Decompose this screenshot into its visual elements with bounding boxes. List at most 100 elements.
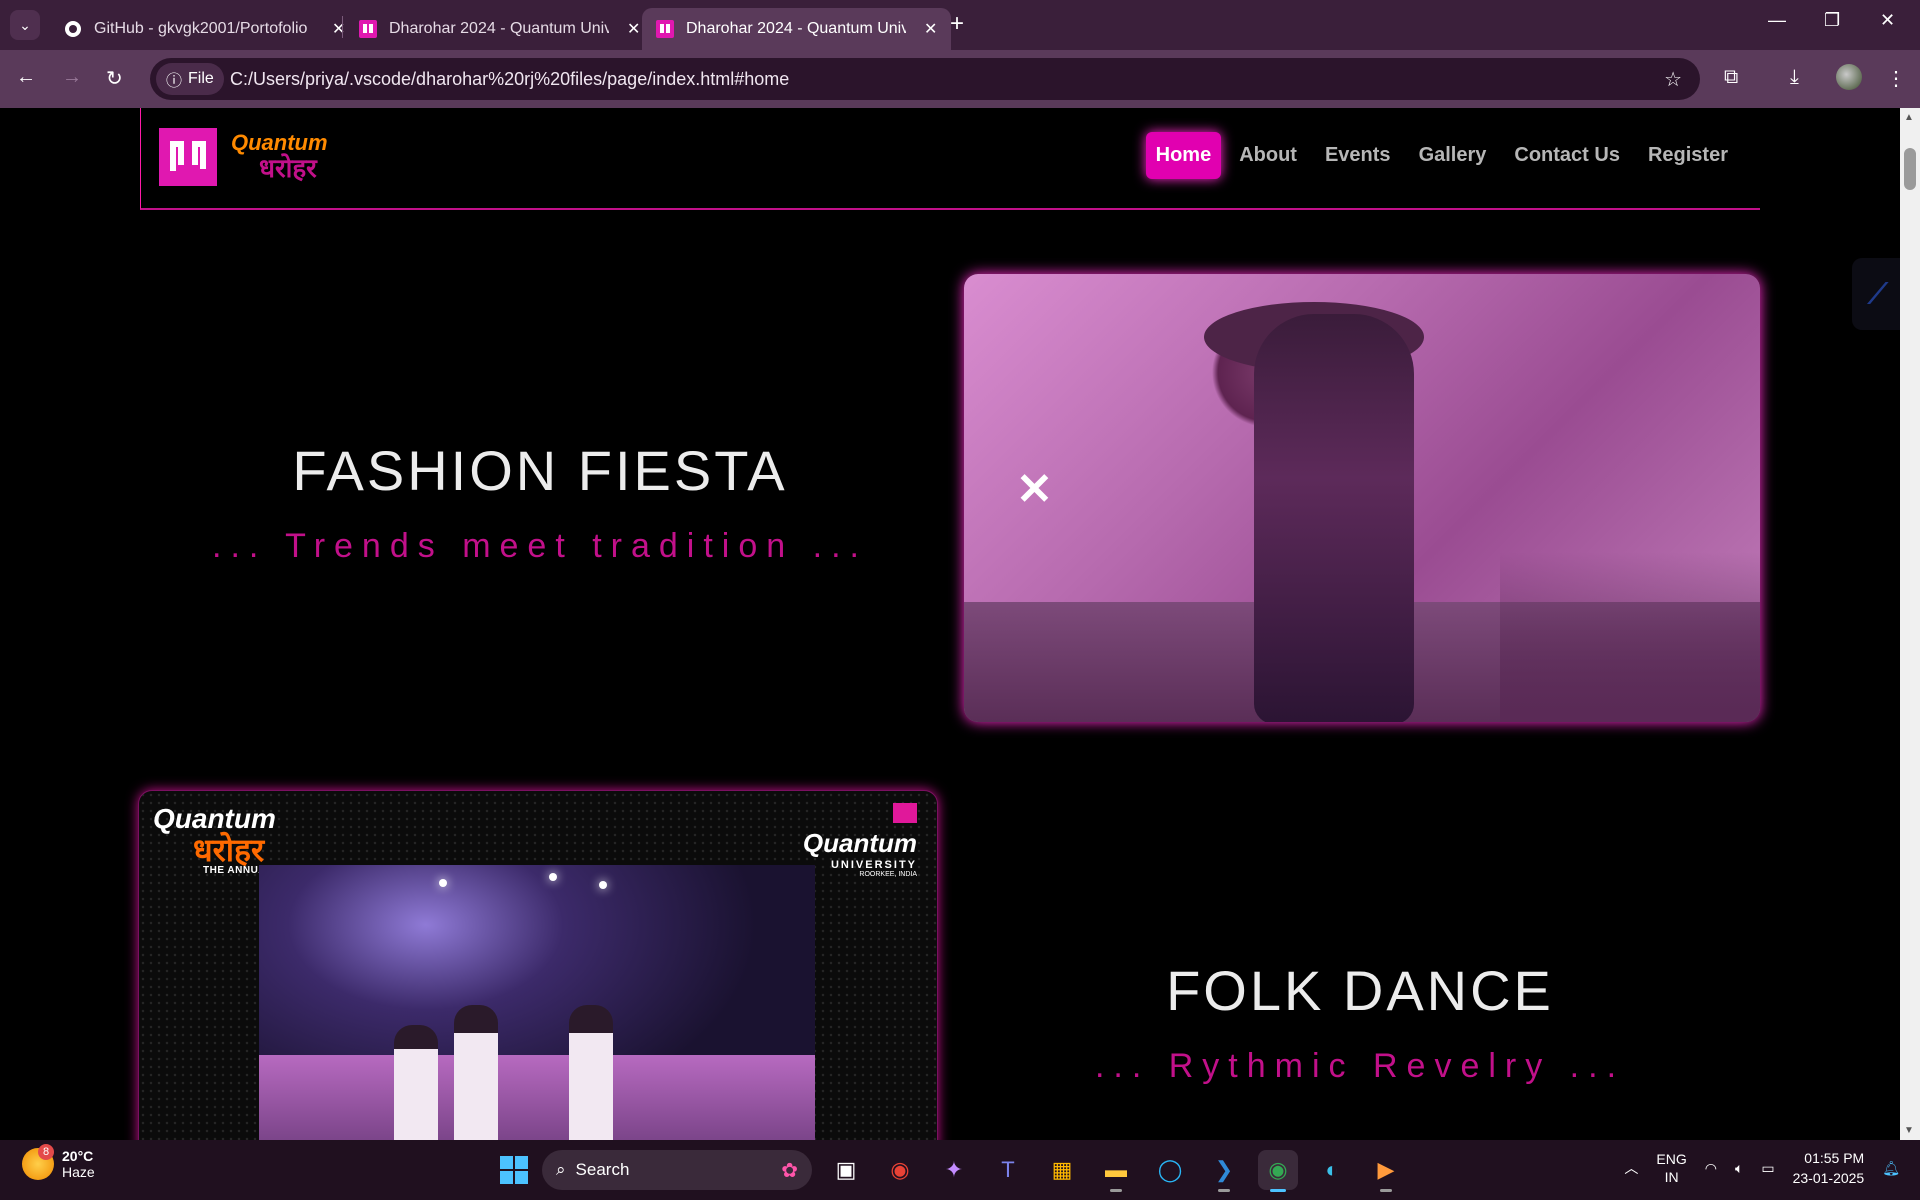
quantum-university-logo: Quantum UNIVERSITY ROORKEE, INDIA (803, 803, 917, 878)
close-icon[interactable]: ✕ (627, 19, 640, 39)
crowd (1500, 552, 1760, 722)
nav-register[interactable]: Register (1638, 132, 1738, 179)
banner-right-brand: Quantum (802, 828, 917, 858)
volume-icon[interactable]: 🔈︎ (1735, 1160, 1743, 1177)
tab-search-button[interactable]: ⌄ (10, 10, 40, 40)
stage-light (599, 881, 607, 889)
nav-about[interactable]: About (1229, 132, 1307, 179)
bookmark-star-icon[interactable]: ☆ (1664, 67, 1682, 92)
search-label: Search (575, 1160, 630, 1179)
address-bar[interactable]: ⓘ File C:/Users/priya/.vscode/dharohar%2… (150, 58, 1700, 100)
reload-icon[interactable]: ↻ (106, 66, 123, 91)
event-tagline: ... Trends meet tradition ... (212, 527, 868, 565)
taskbar-search[interactable]: ⌕ Search ✿ (542, 1150, 812, 1190)
event-fashion-fiesta: FASHION FIESTA ... Trends meet tradition… (200, 438, 880, 566)
main-nav: Home About Events Gallery Contact Us Reg… (1145, 132, 1738, 179)
tab-title: Dharohar 2024 - Quantum Univ (686, 20, 906, 37)
notification-bell-icon[interactable]: 🔔︎ (1882, 1160, 1900, 1177)
search-icon: ⌕ (556, 1160, 566, 1179)
tab-dharohar-active[interactable]: Dharohar 2024 - Quantum Univ ✕ (642, 8, 952, 50)
model-figure (1254, 314, 1414, 722)
stage-light (549, 873, 557, 881)
nav-events[interactable]: Events (1315, 132, 1401, 179)
fashion-fiesta-photo: ✕ (964, 274, 1760, 722)
extensions-icon[interactable]: ⧉ (1724, 66, 1738, 89)
wifi-icon[interactable]: ◠ (1705, 1160, 1717, 1177)
language-indicator[interactable]: ENG IN (1656, 1150, 1686, 1186)
floating-widget[interactable]: ⟋ (1852, 258, 1900, 330)
page-viewport: Quantum धरोहर Home About Events Gallery … (0, 108, 1900, 1140)
tab-separator (342, 16, 343, 38)
cortana-icon[interactable]: ◯ (1150, 1150, 1190, 1190)
scroll-thumb[interactable] (1904, 148, 1916, 190)
system-tray: ︿ ENG IN ◠ 🔈︎ ▭ 01:55 PM 23-01-2025 🔔︎ (1624, 1148, 1900, 1188)
page-scrollbar[interactable]: ▲ ▼ (1900, 108, 1920, 1140)
close-window-icon[interactable]: ✕ (1880, 10, 1895, 31)
x-mark-icon: ✕ (1016, 465, 1053, 514)
start-button[interactable] (500, 1156, 528, 1184)
chrome-active-icon[interactable]: ◉ (1258, 1150, 1298, 1192)
menu-kebab-icon[interactable]: ⋮ (1886, 66, 1906, 91)
copilot-icon[interactable]: ✦ (934, 1150, 974, 1190)
file-explorer-icon[interactable]: ▬ (1096, 1150, 1136, 1192)
task-view-icon[interactable]: ▣ (826, 1150, 866, 1190)
site-info-chip[interactable]: ⓘ File (156, 63, 224, 95)
chevron-up-icon[interactable]: ︿ (1624, 1158, 1638, 1178)
clock-time: 01:55 PM (1804, 1150, 1865, 1166)
chrome-icon[interactable]: ◉ (880, 1150, 920, 1190)
battery-icon[interactable]: ▭ (1761, 1160, 1774, 1177)
weather-widget[interactable]: 8 20°C Haze (22, 1144, 95, 1180)
nav-contact-us[interactable]: Contact Us (1504, 132, 1630, 179)
store-icon[interactable]: ▦ (1042, 1150, 1082, 1190)
site-logo[interactable]: Quantum धरोहर (231, 130, 328, 183)
stage-light (439, 879, 447, 887)
scroll-down-icon[interactable]: ▼ (1904, 1125, 1914, 1136)
dancer (569, 1005, 613, 1140)
nav-gallery[interactable]: Gallery (1409, 132, 1497, 179)
vscode-icon[interactable]: ❯ (1204, 1150, 1244, 1192)
event-tagline: ... Rythmic Revelry ... (1094, 1047, 1626, 1085)
lang-code: ENG (1656, 1151, 1687, 1167)
folk-dance-video[interactable] (259, 865, 815, 1140)
banner-right-sub: UNIVERSITY (830, 859, 917, 871)
restore-icon[interactable]: ❐ (1824, 10, 1840, 31)
github-icon (64, 20, 82, 38)
scroll-up-icon[interactable]: ▲ (1904, 112, 1914, 123)
tab-title: GitHub - gkvgk2001/Portofolio (94, 20, 308, 37)
url-text[interactable]: C:/Users/priya/.vscode/dharohar%20rj%20f… (230, 69, 789, 90)
browser-toolbar: ← → ↻ ⓘ File C:/Users/priya/.vscode/dhar… (0, 50, 1920, 108)
weather-badge: 8 (38, 1144, 54, 1160)
profile-avatar[interactable] (1836, 64, 1862, 90)
info-icon: ⓘ (166, 73, 183, 90)
windows-taskbar: 8 20°C Haze ⌕ Search ✿ ▣ ◉ ✦ T ▦ ▬ ◯ ❯ ◉… (0, 1140, 1920, 1200)
search-highlight-icon: ✿ (781, 1159, 798, 1182)
tab-dharohar-1[interactable]: Dharohar 2024 - Quantum Univ ✕ (345, 8, 654, 50)
site-header: Quantum धरोहर Home About Events Gallery … (140, 108, 1760, 210)
taskbar-apps: ⌕ Search ✿ ▣ ◉ ✦ T ▦ ▬ ◯ ❯ ◉ ◐ ▶ (500, 1150, 1406, 1192)
quantum-logo-icon[interactable] (159, 128, 217, 186)
nav-home[interactable]: Home (1145, 132, 1222, 179)
logo-script: धरोहर (259, 153, 317, 183)
weather-condition: Haze (62, 1164, 95, 1180)
new-tab-button[interactable]: + (950, 10, 964, 38)
widget-icon: ⟋ (1868, 278, 1888, 309)
minimize-icon[interactable]: — (1768, 10, 1786, 31)
quantum-mark-icon (893, 803, 917, 823)
download-icon[interactable]: ⤓ (1790, 66, 1799, 89)
stage-floor (259, 1055, 815, 1140)
tab-github[interactable]: GitHub - gkvgk2001/Portofolio ✕ (50, 8, 359, 50)
teams-icon[interactable]: T (988, 1150, 1028, 1190)
close-icon[interactable]: ✕ (924, 19, 937, 39)
dancer (454, 1005, 498, 1140)
media-player-icon[interactable]: ▶ (1366, 1150, 1406, 1192)
clock[interactable]: 01:55 PM 23-01-2025 (1793, 1148, 1865, 1188)
weather-temp: 20°C (62, 1148, 94, 1164)
back-icon[interactable]: ← (16, 66, 36, 89)
forward-icon[interactable]: → (62, 66, 82, 89)
close-icon[interactable]: ✕ (332, 19, 345, 39)
edge-icon[interactable]: ◐ (1312, 1150, 1352, 1190)
folk-dance-banner: Quantum धरोहर THE ANNUAL FEST Quantum UN… (138, 790, 938, 1140)
event-title: FOLK DANCE (1166, 959, 1554, 1022)
event-folk-dance: FOLK DANCE ... Rythmic Revelry ... (1050, 958, 1670, 1086)
banner-left-brand: Quantum (153, 803, 276, 834)
